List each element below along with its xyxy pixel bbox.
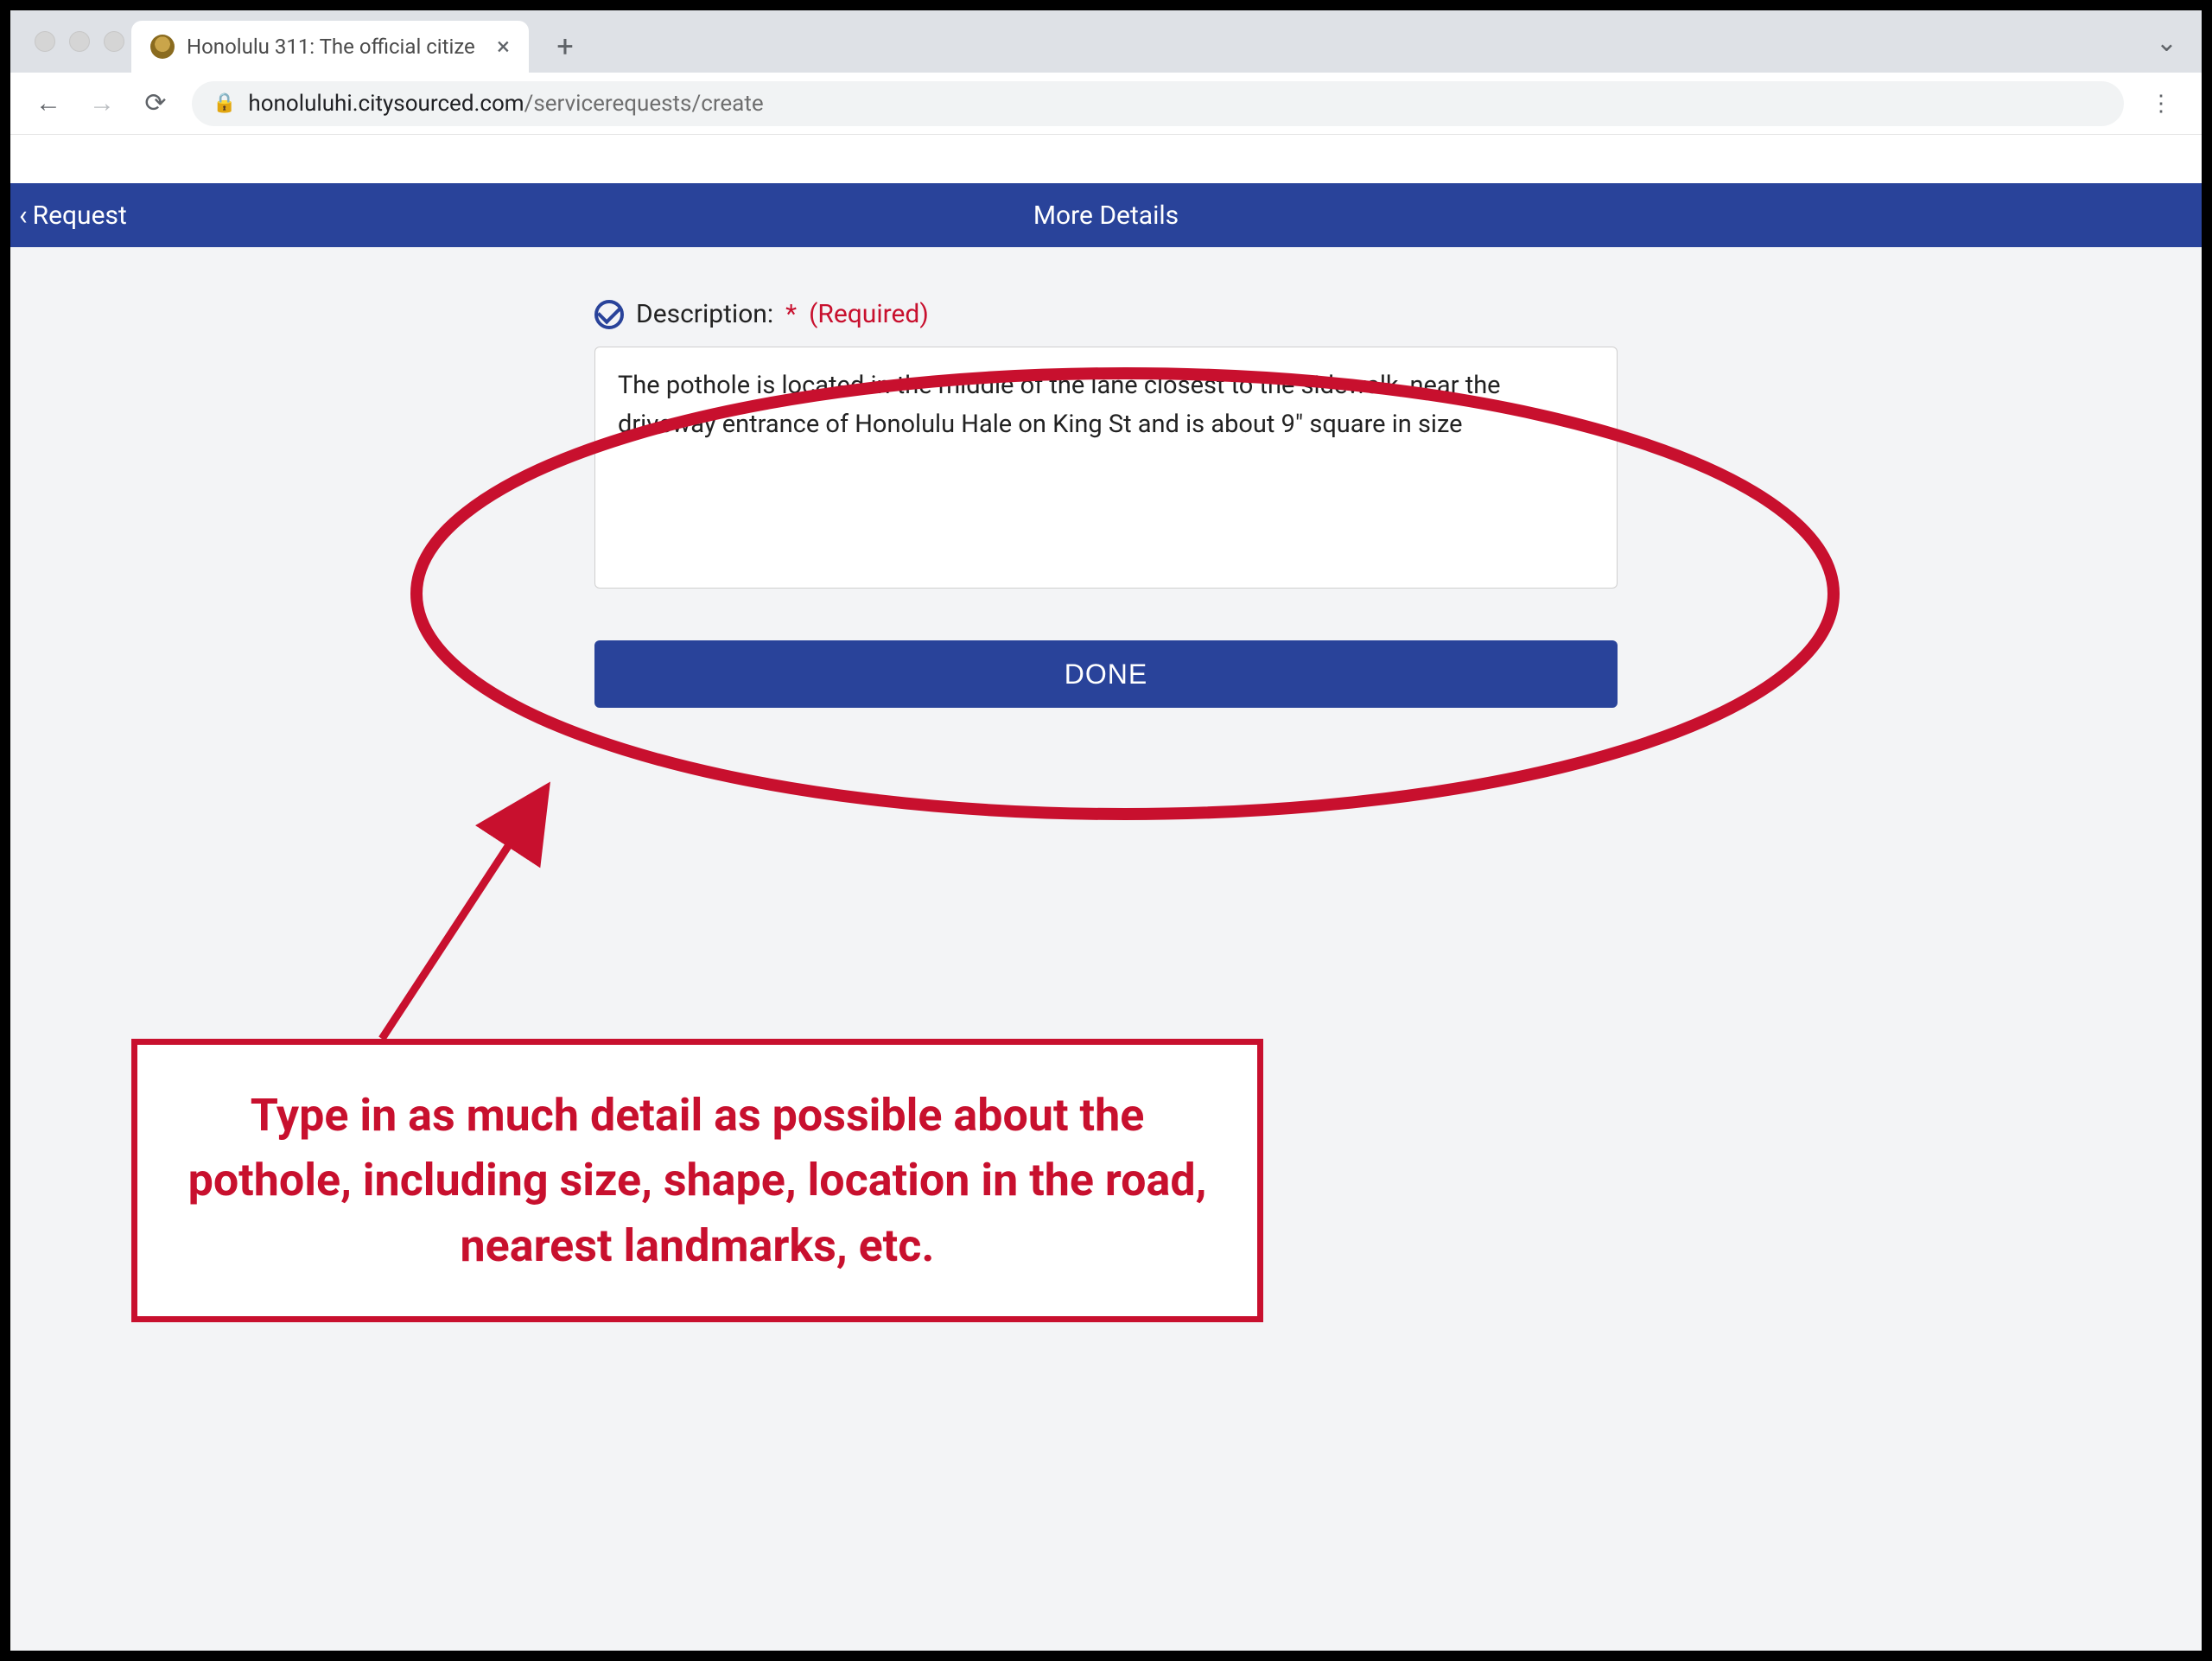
description-label: Description: bbox=[636, 299, 773, 329]
annotation-arrow bbox=[287, 736, 632, 1082]
page-content: ‹ Request More Details Description: * (R… bbox=[10, 183, 2202, 1651]
back-to-request-link[interactable]: ‹ Request bbox=[19, 199, 127, 232]
done-button[interactable]: DONE bbox=[594, 640, 1618, 708]
browser-tab[interactable]: Honolulu 311: The official citize × bbox=[131, 21, 529, 73]
back-button[interactable]: ← bbox=[31, 88, 66, 118]
annotation-callout: Type in as much detail as possible about… bbox=[131, 1039, 1263, 1322]
page-title: More Details bbox=[10, 200, 2202, 231]
reload-button[interactable]: ⟳ bbox=[138, 88, 173, 118]
traffic-light-close[interactable] bbox=[35, 31, 55, 52]
description-input[interactable] bbox=[594, 347, 1618, 589]
new-tab-button[interactable]: + bbox=[541, 22, 589, 71]
favicon-icon bbox=[150, 35, 175, 59]
tab-title: Honolulu 311: The official citize bbox=[187, 35, 485, 59]
check-circle-icon bbox=[594, 300, 624, 329]
traffic-light-minimize[interactable] bbox=[69, 31, 90, 52]
back-label: Request bbox=[33, 200, 127, 231]
window-controls bbox=[35, 31, 124, 52]
address-bar[interactable]: 🔒 honoluluhi.citysourced.com/servicerequ… bbox=[192, 81, 2124, 126]
chevron-left-icon: ‹ bbox=[19, 199, 28, 232]
url-host: honoluluhi.citysourced.com bbox=[248, 91, 524, 117]
traffic-light-zoom[interactable] bbox=[104, 31, 124, 52]
browser-tabstrip: Honolulu 311: The official citize × + ⌄ bbox=[10, 10, 2202, 73]
close-tab-icon[interactable]: × bbox=[497, 35, 510, 59]
url-path: /servicerequests/create bbox=[524, 91, 764, 117]
required-star: * bbox=[785, 299, 797, 329]
description-label-row: Description: * (Required) bbox=[594, 299, 1618, 329]
lock-icon: 🔒 bbox=[213, 92, 236, 114]
app-header: ‹ Request More Details bbox=[10, 183, 2202, 247]
form-container: Description: * (Required) DONE bbox=[588, 299, 1624, 708]
browser-toolbar: ← → ⟳ 🔒 honoluluhi.citysourced.com/servi… bbox=[10, 73, 2202, 135]
required-text: (Required) bbox=[809, 299, 929, 329]
forward-button[interactable]: → bbox=[85, 88, 119, 118]
url-text: honoluluhi.citysourced.com/servicereques… bbox=[248, 91, 763, 117]
annotation-text: Type in as much detail as possible about… bbox=[181, 1083, 1214, 1278]
browser-menu-icon[interactable]: ⋮ bbox=[2143, 91, 2181, 117]
tabs-overflow-icon[interactable]: ⌄ bbox=[2156, 28, 2177, 58]
